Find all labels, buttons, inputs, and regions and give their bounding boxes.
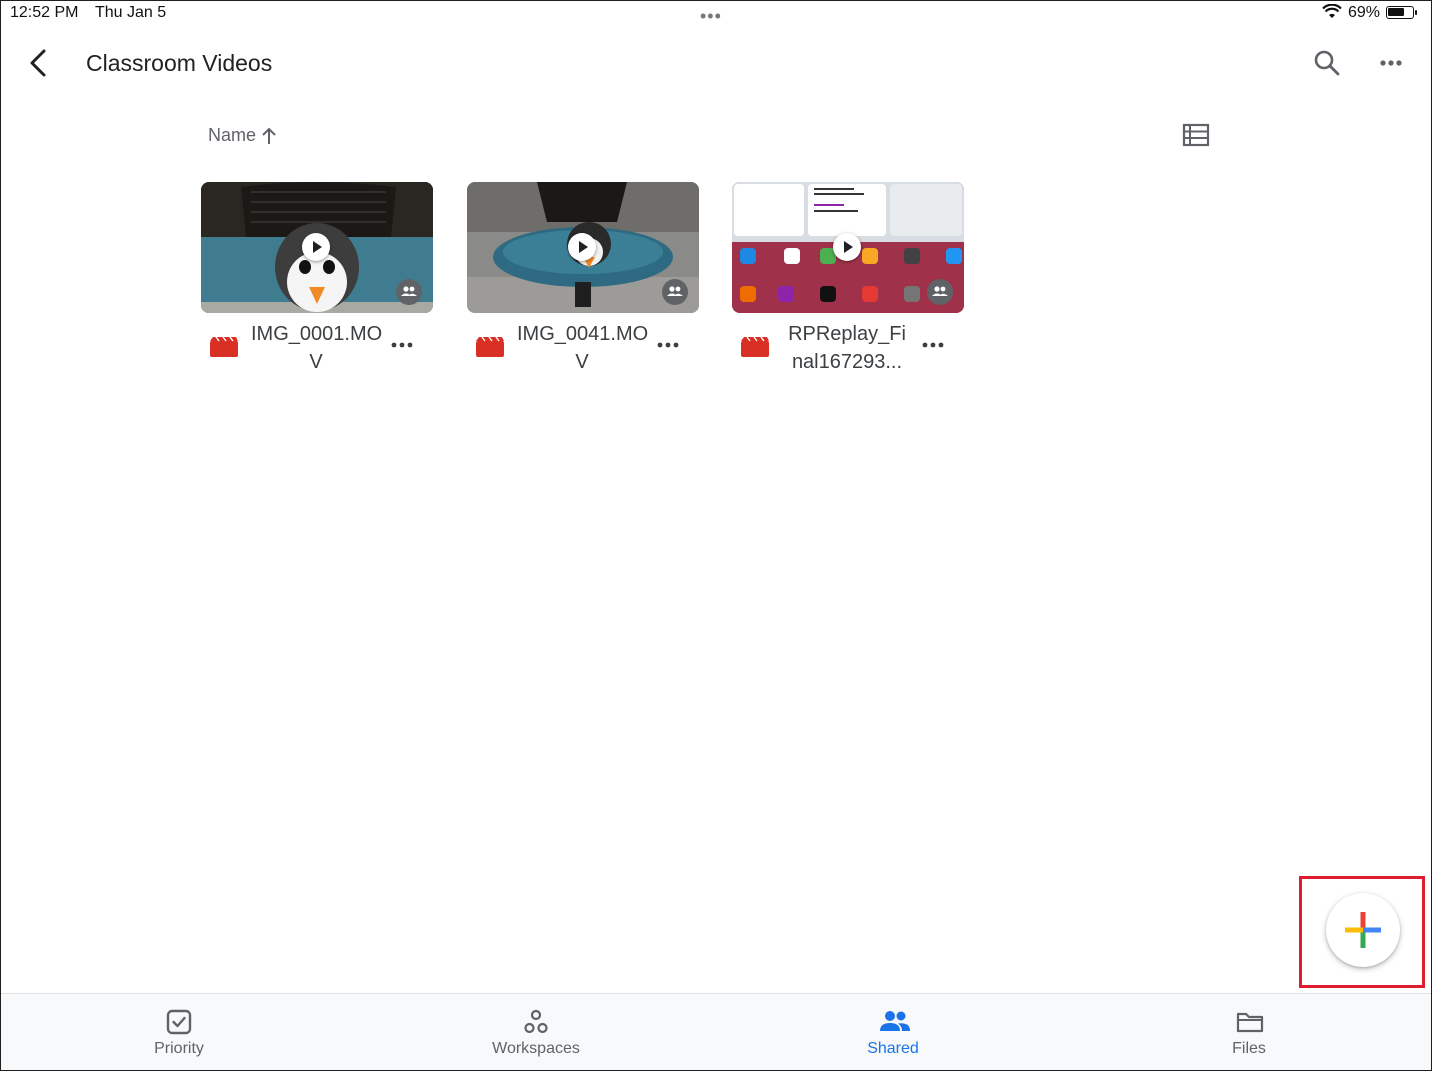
play-icon [302,233,330,261]
file-more-button[interactable] [920,332,946,358]
sort-label: Name [208,125,257,145]
chevron-left-icon [30,49,46,77]
multitasking-dots-icon[interactable]: ••• [700,6,722,27]
folder-icon [1236,1012,1264,1033]
window-frame [0,0,1432,1071]
shared-people-icon [927,279,953,305]
shared-people-icon [396,279,422,305]
video-thumbnail [467,182,699,313]
file-more-button[interactable] [655,332,681,358]
nav-files[interactable]: Files [1149,994,1349,1070]
more-horizontal-icon [1380,60,1402,66]
shared-people-icon [662,279,688,305]
nav-label: Priority [154,1040,204,1057]
more-options-button[interactable] [1376,48,1406,78]
sort-by-name-button[interactable]: Name [208,125,278,146]
video-thumbnail [732,182,964,313]
plus-icon [1345,912,1381,948]
more-horizontal-icon [391,342,413,348]
nav-shared[interactable]: Shared [793,994,993,1070]
file-name: IMG_0041.MO V [517,323,649,373]
battery-icon [1386,6,1417,19]
new-button[interactable] [1326,893,1400,967]
priority-icon [166,1009,192,1035]
video-thumbnail [201,182,433,313]
play-icon [833,233,861,261]
status-time: 12:52 PM [10,4,79,21]
nav-label: Files [1232,1040,1266,1057]
search-icon [1314,50,1340,76]
play-icon [568,233,596,261]
nav-label: Shared [867,1040,919,1057]
video-file-icon [741,336,769,357]
shared-icon [880,1011,910,1031]
file-name: RPReplay_Fi nal167293... [788,323,906,373]
file-card[interactable]: IMG_0001.MO V [201,182,433,382]
list-view-icon [1182,123,1210,147]
back-button[interactable] [24,46,56,80]
more-horizontal-icon [922,342,944,348]
page-title: Classroom Videos [86,50,273,76]
video-file-icon [210,336,238,357]
status-date: Thu Jan 5 [95,4,167,21]
arrow-up-icon [262,127,276,144]
file-card[interactable]: IMG_0041.MO V [467,182,699,382]
status-bar: 12:52 PM Thu Jan 5 ••• 69% [0,0,1432,28]
more-horizontal-icon [657,342,679,348]
nav-workspaces[interactable]: Workspaces [436,994,636,1070]
workspaces-icon [524,1009,548,1034]
file-more-button[interactable] [389,332,415,358]
bottom-navigation: Priority Workspaces Shared Files [1,993,1431,1070]
battery-percent: 69% [1348,4,1381,21]
search-button[interactable] [1312,48,1342,78]
video-file-icon [476,336,504,357]
nav-label: Workspaces [492,1040,580,1057]
file-name: IMG_0001.MO V [251,323,383,373]
nav-priority[interactable]: Priority [79,994,279,1070]
wifi-icon [1322,3,1342,25]
file-card[interactable]: RPReplay_Fi nal167293... [732,182,964,382]
list-view-toggle[interactable] [1182,122,1210,148]
